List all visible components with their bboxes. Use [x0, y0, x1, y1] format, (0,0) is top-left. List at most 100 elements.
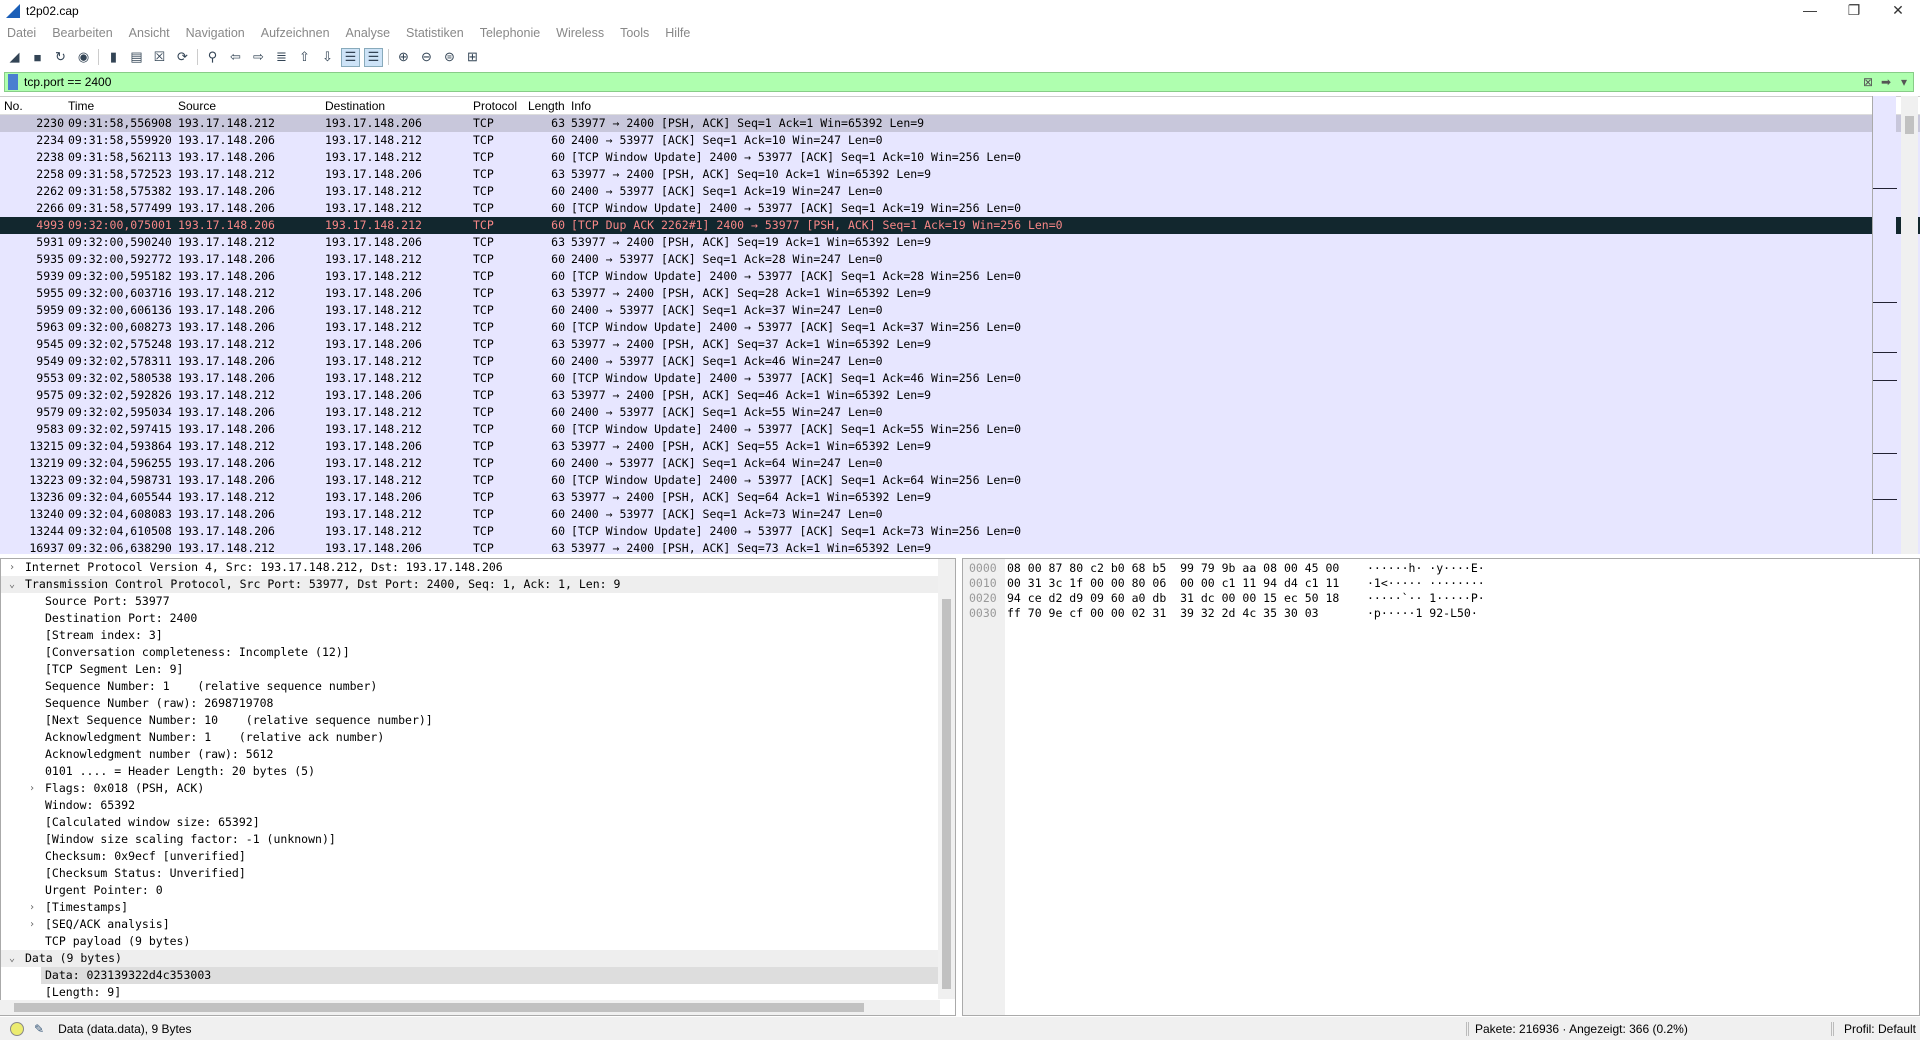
minimize-button[interactable]: — [1788, 0, 1832, 22]
last-packet-icon[interactable]: ⇩ [319, 49, 336, 66]
detail-line[interactable]: ⌄ Data (9 bytes) [1, 950, 955, 967]
detail-line[interactable]: [Calculated window size: 65392] [1, 814, 955, 831]
expanded-chevron-icon[interactable]: ⌄ [9, 950, 21, 967]
packet-row[interactable]: 5959 09:32:00,606136 193.17.148.206 193.17.… [0, 302, 1920, 319]
go-to-packet-icon[interactable]: ≣ [273, 49, 290, 66]
detail-line[interactable]: › [Timestamps] [1, 899, 955, 916]
menu-telephonie[interactable]: Telephonie [480, 26, 540, 40]
detail-line[interactable]: › [SEQ/ACK analysis] [1, 916, 955, 933]
detail-line[interactable]: › Flags: 0x018 (PSH, ACK) [1, 780, 955, 797]
packet-row[interactable]: 9545 09:32:02,575248 193.17.148.212 193.17.… [0, 336, 1920, 353]
packet-row[interactable]: 2230 09:31:58,556908 193.17.148.212 193.17.… [0, 115, 1920, 132]
detail-line[interactable]: [Length: 9] [1, 984, 955, 1001]
packet-row[interactable]: 9579 09:32:02,595034 193.17.148.206 193.17.… [0, 404, 1920, 421]
collapsed-chevron-icon[interactable]: › [9, 559, 21, 576]
open-file-icon[interactable]: ▮ [105, 49, 122, 66]
packet-row[interactable]: 2234 09:31:58,559920 193.17.148.206 193.17.… [0, 132, 1920, 149]
column-header-destination[interactable]: Destination [325, 99, 385, 113]
packet-row[interactable]: 5955 09:32:00,603716 193.17.148.212 193.17.… [0, 285, 1920, 302]
detail-line[interactable]: [TCP Segment Len: 9] [1, 661, 955, 678]
detail-line[interactable]: [Conversation completeness: Incomplete (… [1, 644, 955, 661]
detail-line[interactable]: Sequence Number (raw): 2698719708 [1, 695, 955, 712]
zoom-normal-icon[interactable]: ⊜ [441, 49, 458, 66]
capture-options-icon[interactable]: ◉ [75, 49, 92, 66]
clear-filter-icon[interactable]: ⊠ [1859, 75, 1877, 89]
detail-line[interactable]: › Internet Protocol Version 4, Src: 193.1… [1, 559, 955, 576]
stop-icon[interactable]: ■ [29, 49, 46, 66]
hex-row[interactable]: 0010 00 31 3c 1f 00 00 80 06 00 00 c1 11 … [969, 576, 1485, 591]
detail-line[interactable]: [Checksum Status: Unverified] [1, 865, 955, 882]
detail-line[interactable]: [Next Sequence Number: 10 (relative sequ… [1, 712, 955, 729]
add-filter-button-icon[interactable]: + [1915, 75, 1920, 89]
detail-line[interactable]: Acknowledgment Number: 1 (relative ack n… [1, 729, 955, 746]
detail-line[interactable]: Window: 65392 [1, 797, 955, 814]
detail-line[interactable]: Sequence Number: 1 (relative sequence nu… [1, 678, 955, 695]
status-profile[interactable]: Profil: Default [1830, 1021, 1916, 1036]
detail-line[interactable]: 0101 .... = Header Length: 20 bytes (5) [1, 763, 955, 780]
zoom-out-icon[interactable]: ⊖ [418, 49, 435, 66]
packet-row[interactable]: 9549 09:32:02,578311 193.17.148.206 193.17.… [0, 353, 1920, 370]
reload-icon[interactable]: ⟳ [174, 49, 191, 66]
packet-row[interactable]: 9553 09:32:02,580538 193.17.148.206 193.17.… [0, 370, 1920, 387]
detail-line[interactable]: TCP payload (9 bytes) [1, 933, 955, 950]
column-header-protocol[interactable]: Protocol [473, 99, 517, 113]
packet-row[interactable]: 13215 09:32:04,593864 193.17.148.212 193.17… [0, 438, 1920, 455]
packet-row[interactable]: 13240 09:32:04,608083 193.17.148.206 193.17… [0, 506, 1920, 523]
menu-ansicht[interactable]: Ansicht [129, 26, 170, 40]
packet-list-scrollbar[interactable] [1901, 96, 1918, 554]
menu-datei[interactable]: Datei [7, 26, 36, 40]
close-file-icon[interactable]: ☒ [151, 49, 168, 66]
restart-icon[interactable]: ↻ [52, 49, 69, 66]
detail-line[interactable]: [Stream index: 3] [1, 627, 955, 644]
column-header-info[interactable]: Info [571, 99, 591, 113]
save-file-icon[interactable]: ▤ [128, 49, 145, 66]
collapsed-chevron-icon[interactable]: › [29, 780, 41, 797]
find-icon[interactable]: ⚲ [204, 49, 221, 66]
column-header-time[interactable]: Time [68, 99, 94, 113]
hex-row[interactable]: 0000 08 00 87 80 c2 b0 68 b5 99 79 9b aa … [969, 561, 1485, 576]
display-filter-input[interactable] [24, 75, 1859, 89]
packet-row[interactable]: 13219 09:32:04,596255 193.17.148.206 193.17… [0, 455, 1920, 472]
autoscroll-icon[interactable]: ☰ [341, 47, 360, 67]
packet-row[interactable]: 13236 09:32:04,605544 193.17.148.212 193.17… [0, 489, 1920, 506]
edit-comment-icon[interactable]: ✎ [34, 1022, 44, 1036]
detail-line[interactable]: ⌄ Transmission Control Protocol, Src Port… [1, 576, 955, 593]
menu-analyse[interactable]: Analyse [346, 26, 390, 40]
menu-aufzeichnen[interactable]: Aufzeichnen [261, 26, 330, 40]
detail-line[interactable]: Urgent Pointer: 0 [1, 882, 955, 899]
colorize-icon[interactable]: ☰ [364, 47, 383, 67]
hex-row[interactable]: 0020 94 ce d2 d9 09 60 a0 db 31 dc 00 00 … [969, 591, 1485, 606]
details-scrollbar[interactable] [938, 559, 955, 999]
packet-row[interactable]: 5931 09:32:00,590240 193.17.148.212 193.17.… [0, 234, 1920, 251]
menu-tools[interactable]: Tools [620, 26, 649, 40]
packet-row[interactable]: 5939 09:32:00,595182 193.17.148.206 193.17.… [0, 268, 1920, 285]
menu-hilfe[interactable]: Hilfe [665, 26, 690, 40]
packet-row[interactable]: 2266 09:31:58,577499 193.17.148.206 193.17.… [0, 200, 1920, 217]
column-header-source[interactable]: Source [178, 99, 216, 113]
details-horizontal-scrollbar[interactable] [0, 1000, 940, 1015]
shark-fin-start-icon[interactable]: ◢ [6, 49, 23, 66]
packet-row[interactable]: 5963 09:32:00,608273 193.17.148.206 193.17.… [0, 319, 1920, 336]
menu-statistiken[interactable]: Statistiken [406, 26, 464, 40]
menu-navigation[interactable]: Navigation [186, 26, 245, 40]
packet-minimap[interactable] [1872, 96, 1897, 554]
packet-row[interactable]: 2238 09:31:58,562113 193.17.148.206 193.17.… [0, 149, 1920, 166]
filter-history-dropdown-icon[interactable]: ▾ [1895, 75, 1913, 89]
zoom-in-icon[interactable]: ⊕ [395, 49, 412, 66]
collapsed-chevron-icon[interactable]: › [29, 899, 41, 916]
expanded-chevron-icon[interactable]: ⌄ [9, 576, 21, 593]
bookmark-icon[interactable] [8, 74, 18, 90]
collapsed-chevron-icon[interactable]: › [29, 916, 41, 933]
detail-line[interactable]: Acknowledgment number (raw): 5612 [1, 746, 955, 763]
go-forward-icon[interactable]: ⇨ [250, 49, 267, 66]
maximize-button[interactable]: ❐ [1832, 0, 1876, 22]
column-header-length[interactable]: Length [528, 99, 568, 113]
detail-line[interactable]: [Window size scaling factor: -1 (unknown… [1, 831, 955, 848]
apply-filter-icon[interactable]: ➡ [1877, 75, 1895, 89]
go-back-icon[interactable]: ⇦ [227, 49, 244, 66]
column-header-no[interactable]: No. [4, 99, 68, 113]
first-packet-icon[interactable]: ⇧ [296, 49, 313, 66]
packet-row[interactable]: 2258 09:31:58,572523 193.17.148.212 193.17.… [0, 166, 1920, 183]
packet-row[interactable]: 4993 09:32:00,075001 193.17.148.206 193.17.… [0, 217, 1920, 234]
close-button[interactable]: ✕ [1876, 0, 1920, 22]
